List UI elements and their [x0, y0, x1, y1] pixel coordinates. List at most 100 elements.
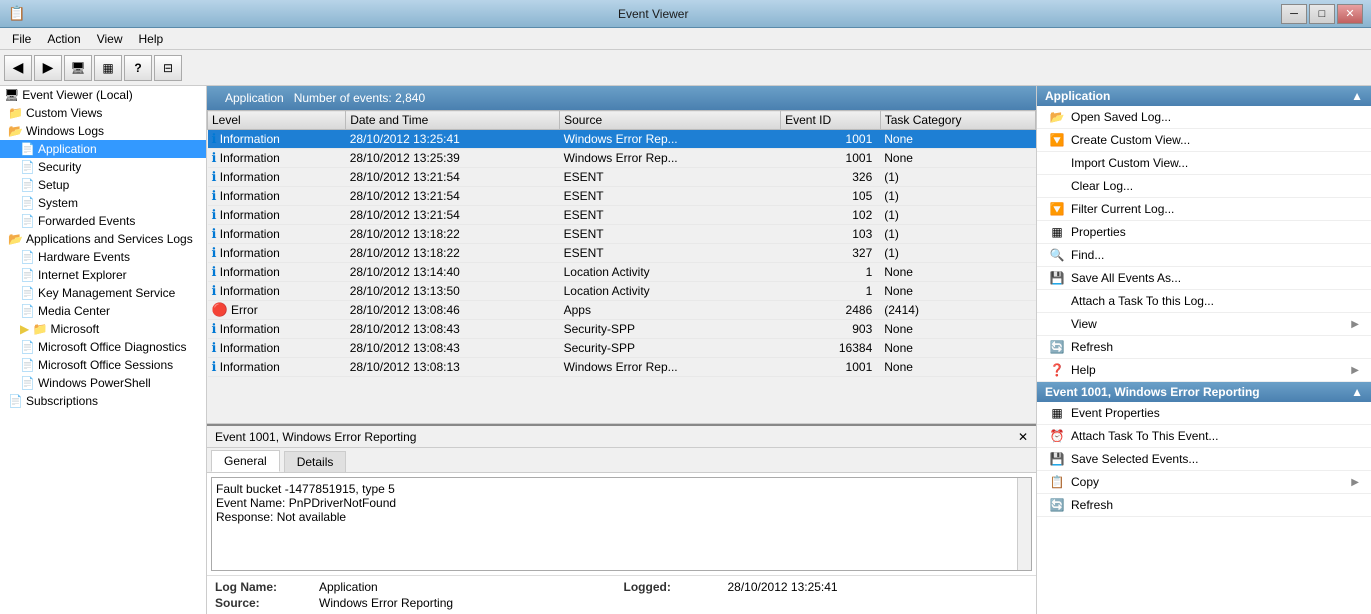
table-row[interactable]: ℹ Information 28/10/2012 13:21:54 ESENT … [208, 206, 1036, 225]
table-button[interactable]: ⊟ [154, 55, 182, 81]
cell-category: (1) [880, 225, 1035, 244]
setup-log-icon: 📄 [20, 178, 35, 192]
sidebar-item-forwarded-events[interactable]: 📄 Forwarded Events [0, 212, 206, 230]
action-clear-log[interactable]: Clear Log... [1037, 175, 1371, 198]
table-row[interactable]: 🔴 Error 28/10/2012 13:08:46 Apps 2486 (2… [208, 301, 1036, 320]
ie-log-icon: 📄 [20, 268, 35, 282]
menu-action[interactable]: Action [39, 30, 88, 48]
actions-title-2: Event 1001, Windows Error Reporting [1045, 385, 1260, 399]
action-view[interactable]: View ▶ [1037, 313, 1371, 336]
help-button[interactable]: ? [124, 55, 152, 81]
save-icon: 💾 [1049, 270, 1065, 286]
action-find[interactable]: 🔍 Find... [1037, 244, 1371, 267]
menu-help[interactable]: Help [131, 30, 172, 48]
menu-view[interactable]: View [89, 30, 131, 48]
sidebar-item-media-center[interactable]: 📄 Media Center [0, 302, 206, 320]
sidebar-item-windows-logs[interactable]: 📂 Windows Logs [0, 122, 206, 140]
sidebar-item-custom-views[interactable]: 📁 Custom Views [0, 104, 206, 122]
table-row[interactable]: ℹ Information 28/10/2012 13:14:40 Locati… [208, 263, 1036, 282]
action-refresh[interactable]: 🔄 Refresh [1037, 336, 1371, 359]
sidebar-item-application[interactable]: 📄 Application [0, 140, 206, 158]
sidebar-item-ms-office-sess[interactable]: 📄 Microsoft Office Sessions [0, 356, 206, 374]
sidebar-item-app-services[interactable]: 📂 Applications and Services Logs [0, 230, 206, 248]
table-row[interactable]: ℹ Information 28/10/2012 13:25:39 Window… [208, 149, 1036, 168]
cell-datetime: 28/10/2012 13:21:54 [346, 187, 560, 206]
logged-value: 28/10/2012 13:25:41 [728, 580, 1029, 594]
grid-button[interactable]: ▦ [94, 55, 122, 81]
action-filter-current-log[interactable]: 🔽 Filter Current Log... [1037, 198, 1371, 221]
sidebar-item-system[interactable]: 📄 System [0, 194, 206, 212]
clear-icon [1049, 178, 1065, 194]
tab-details[interactable]: Details [284, 451, 347, 472]
cell-source: Location Activity [560, 263, 781, 282]
table-row[interactable]: ℹ Information 28/10/2012 13:21:54 ESENT … [208, 187, 1036, 206]
action-import-custom-view[interactable]: Import Custom View... [1037, 152, 1371, 175]
sidebar-item-key-mgmt[interactable]: 📄 Key Management Service [0, 284, 206, 302]
cell-source: Security-SPP [560, 320, 781, 339]
detail-meta: Log Name: Application Logged: 28/10/2012… [207, 575, 1036, 614]
table-row[interactable]: ℹ Information 28/10/2012 13:08:13 Window… [208, 358, 1036, 377]
col-datetime[interactable]: Date and Time [346, 111, 560, 130]
cell-source: ESENT [560, 206, 781, 225]
action-attach-task[interactable]: Attach a Task To this Log... [1037, 290, 1371, 313]
event-table-container[interactable]: Level Date and Time Source Event ID Task… [207, 110, 1036, 424]
detail-scrollbar[interactable] [1017, 478, 1031, 570]
col-source[interactable]: Source [560, 111, 781, 130]
table-row[interactable]: ℹ Information 28/10/2012 13:08:43 Securi… [208, 339, 1036, 358]
action-copy[interactable]: 📋 Copy ▶ [1037, 471, 1371, 494]
table-row[interactable]: ℹ Information 28/10/2012 13:13:50 Locati… [208, 282, 1036, 301]
computer-button[interactable]: 🖥 [64, 55, 92, 81]
forward-button[interactable]: ▶ [34, 55, 62, 81]
action-event-properties[interactable]: ▦ Event Properties [1037, 402, 1371, 425]
cell-datetime: 28/10/2012 13:21:54 [346, 168, 560, 187]
tab-general[interactable]: General [211, 450, 280, 472]
col-level[interactable]: Level [208, 111, 346, 130]
action-refresh-2[interactable]: 🔄 Refresh [1037, 494, 1371, 517]
refresh2-icon: 🔄 [1049, 497, 1065, 513]
action-save-selected-events[interactable]: 💾 Save Selected Events... [1037, 448, 1371, 471]
sidebar-root[interactable]: 🖥 Event Viewer (Local) [0, 86, 206, 104]
action-create-custom-view[interactable]: 🔽 Create Custom View... [1037, 129, 1371, 152]
sidebar-item-security[interactable]: 📄 Security [0, 158, 206, 176]
table-row[interactable]: ℹ Information 28/10/2012 13:21:54 ESENT … [208, 168, 1036, 187]
cell-eventid: 16384 [781, 339, 881, 358]
sidebar-item-ms-office-diag[interactable]: 📄 Microsoft Office Diagnostics [0, 338, 206, 356]
sidebar-item-setup[interactable]: 📄 Setup [0, 176, 206, 194]
action-open-saved-log[interactable]: 📂 Open Saved Log... [1037, 106, 1371, 129]
actions-collapse-2[interactable]: ▲ [1351, 385, 1363, 399]
cell-datetime: 28/10/2012 13:08:43 [346, 339, 560, 358]
cell-datetime: 28/10/2012 13:25:41 [346, 130, 560, 149]
table-row[interactable]: ℹ Information 28/10/2012 13:18:22 ESENT … [208, 225, 1036, 244]
action-save-all-events[interactable]: 💾 Save All Events As... [1037, 267, 1371, 290]
close-button[interactable]: ✕ [1337, 4, 1363, 24]
menu-file[interactable]: File [4, 30, 39, 48]
sidebar-item-powershell[interactable]: 📄 Windows PowerShell [0, 374, 206, 392]
minimize-button[interactable]: ─ [1281, 4, 1307, 24]
col-category[interactable]: Task Category [880, 111, 1035, 130]
detail-close-button[interactable]: ✕ [1018, 430, 1028, 444]
cell-eventid: 1001 [781, 130, 881, 149]
action-help[interactable]: ❓ Help ▶ [1037, 359, 1371, 382]
actions-collapse-1[interactable]: ▲ [1351, 89, 1363, 103]
action-properties[interactable]: ▦ Properties [1037, 221, 1371, 244]
folder-icon: 📁 [8, 106, 23, 120]
app-icon: 📋 [8, 5, 25, 22]
maximize-button[interactable]: □ [1309, 4, 1335, 24]
save-selected-icon: 💾 [1049, 451, 1065, 467]
detail-title: Event 1001, Windows Error Reporting [215, 430, 416, 444]
keymgmt-log-icon: 📄 [20, 286, 35, 300]
sidebar-item-hardware-events[interactable]: 📄 Hardware Events [0, 248, 206, 266]
cell-category: None [880, 130, 1035, 149]
cell-category: None [880, 282, 1035, 301]
sidebar-item-internet-explorer[interactable]: 📄 Internet Explorer [0, 266, 206, 284]
sidebar-item-microsoft[interactable]: ▶ 📁 Microsoft [0, 320, 206, 338]
table-row[interactable]: ℹ Information 28/10/2012 13:25:41 Window… [208, 130, 1036, 149]
appservices-folder-icon: 📂 [8, 232, 23, 246]
action-attach-task-event[interactable]: ⏰ Attach Task To This Event... [1037, 425, 1371, 448]
table-row[interactable]: ℹ Information 28/10/2012 13:18:22 ESENT … [208, 244, 1036, 263]
col-eventid[interactable]: Event ID [781, 111, 881, 130]
back-button[interactable]: ◀ [4, 55, 32, 81]
sidebar-item-subscriptions[interactable]: 📄 Subscriptions [0, 392, 206, 410]
table-row[interactable]: ℹ Information 28/10/2012 13:08:43 Securi… [208, 320, 1036, 339]
detail-text-content: Fault bucket -1477851915, type 5 Event N… [216, 482, 1027, 524]
